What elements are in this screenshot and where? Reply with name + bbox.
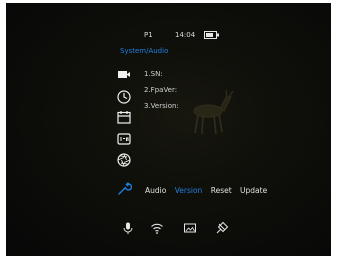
video-icon[interactable] bbox=[116, 66, 132, 82]
tab-version[interactable]: Version bbox=[175, 186, 203, 195]
clock-icon[interactable] bbox=[116, 89, 132, 105]
clock-time: 14:04 bbox=[175, 31, 196, 39]
tab-reset[interactable]: Reset bbox=[211, 186, 232, 195]
sn-label: 1.SN: bbox=[144, 70, 163, 78]
system-submenu-tabs: Audio Version Reset Update bbox=[145, 186, 273, 195]
language-icon[interactable] bbox=[116, 131, 132, 147]
microphone-icon[interactable] bbox=[121, 221, 135, 235]
device-screen: P1 14:04 System/Audio 1.SN: 2.FpaVer: 3.… bbox=[6, 3, 331, 256]
deer-thermal-silhouette bbox=[193, 89, 234, 135]
fpaver-label: 2.FpaVer: bbox=[144, 86, 178, 94]
profile-indicator: P1 bbox=[144, 31, 153, 39]
wrench-icon[interactable] bbox=[116, 181, 132, 197]
image-icon[interactable] bbox=[183, 221, 197, 235]
wifi-icon[interactable] bbox=[150, 221, 164, 235]
breadcrumb: System/Audio bbox=[120, 47, 169, 55]
status-bar: P1 14:04 bbox=[6, 29, 331, 43]
version-label: 3.Version: bbox=[144, 102, 179, 110]
tab-audio[interactable]: Audio bbox=[145, 186, 166, 195]
tab-update[interactable]: Update bbox=[240, 186, 267, 195]
pin-icon[interactable] bbox=[215, 221, 229, 235]
battery-icon bbox=[204, 31, 219, 39]
aperture-icon[interactable] bbox=[116, 152, 132, 168]
calendar-icon[interactable] bbox=[116, 109, 132, 125]
